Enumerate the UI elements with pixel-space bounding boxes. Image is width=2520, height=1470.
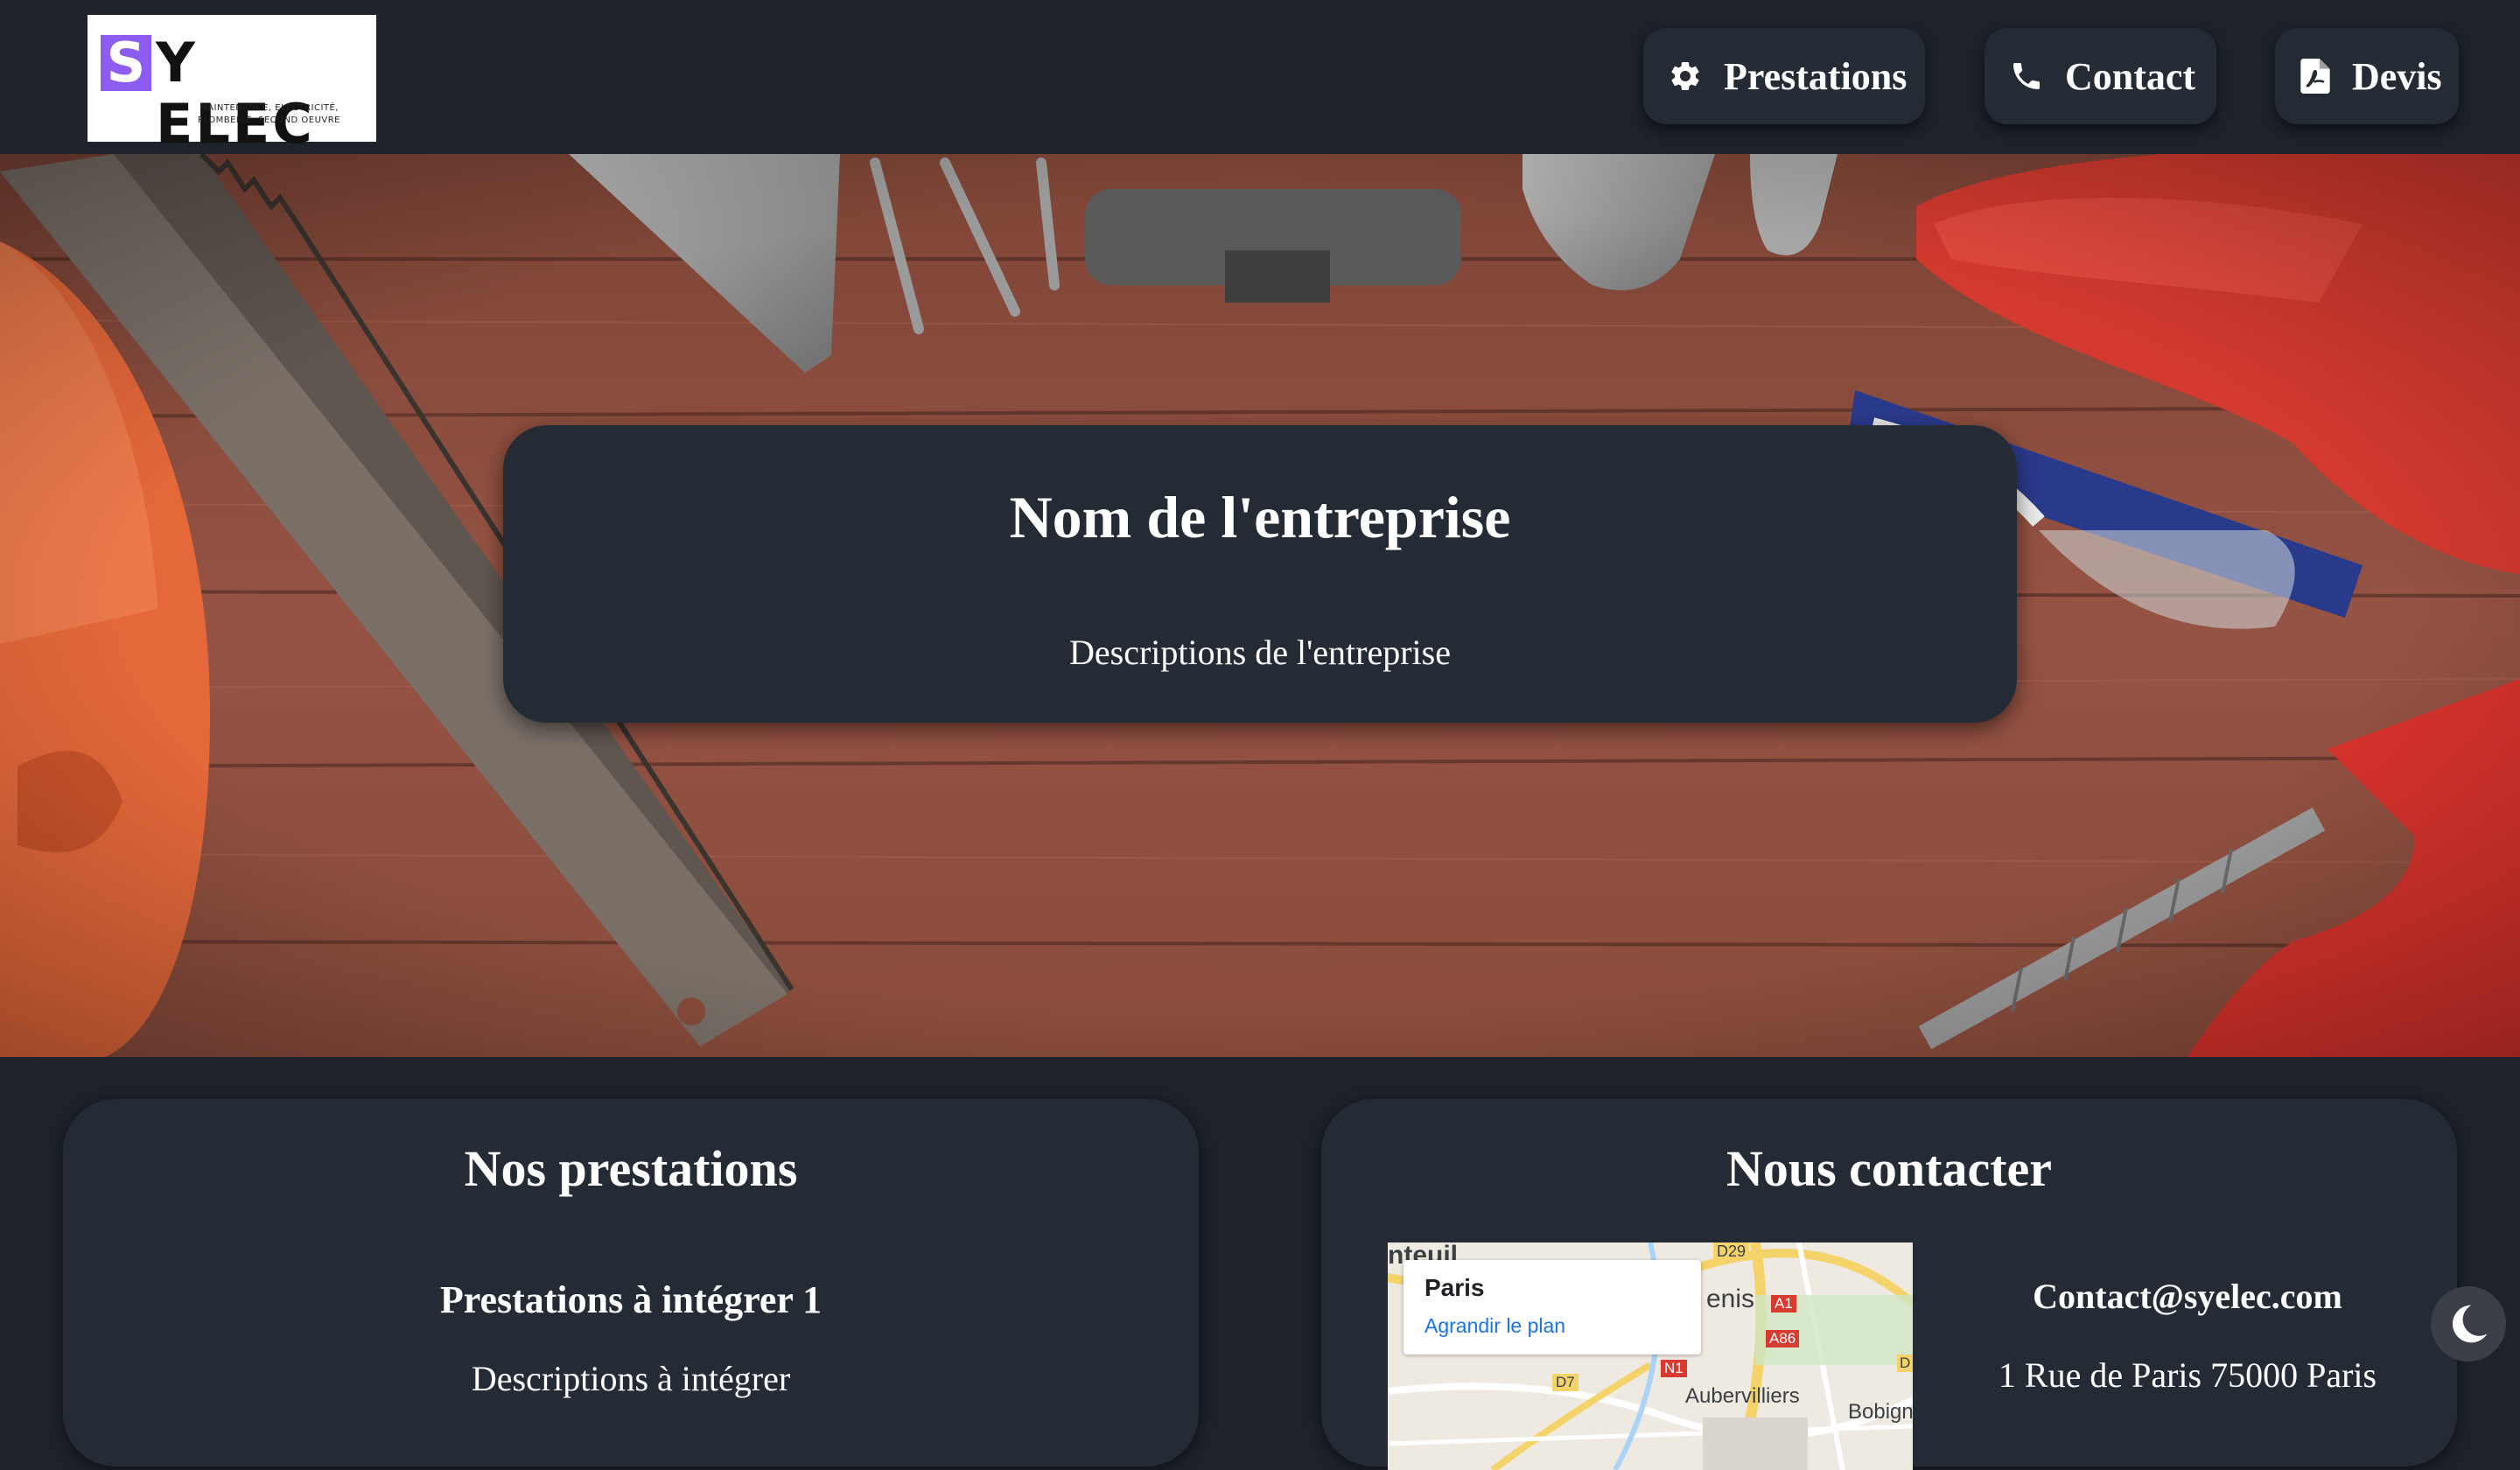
map-road-badge: N1 [1661, 1360, 1687, 1377]
contact-section: Nous contacter nteuil D29 enis A1 A86 N1… [1321, 1099, 2457, 1470]
embedded-map[interactable]: nteuil D29 enis A1 A86 N1 D7 Aubervillie… [1388, 1242, 1913, 1470]
contact-title: Nous contacter [1726, 1140, 2053, 1197]
map-road-badge: A86 [1766, 1330, 1800, 1348]
map-info-popup: Paris Agrandir le plan [1404, 1260, 1701, 1354]
nav-prestations-label: Prestations [1724, 54, 1908, 98]
nav-contact-button[interactable]: Contact [1984, 28, 2216, 124]
service-item-description: Descriptions à intégrer [471, 1359, 791, 1398]
nav-devis-button[interactable]: Devis [2275, 28, 2459, 124]
site-header: S Y ELEC MAINTENANCE, ELECTRICITÉ, PLOMB… [0, 0, 2520, 155]
moon-icon [2445, 1300, 2492, 1348]
logo-tagline: MAINTENANCE, ELECTRICITÉ, PLOMBERIE, SEC… [175, 102, 363, 127]
map-place-label: enis [1706, 1284, 1755, 1313]
services-title: Nos prestations [464, 1140, 798, 1197]
map-popup-place: Paris [1424, 1274, 1485, 1301]
map-place-label: Bobign [1848, 1400, 1913, 1424]
map-road-badge: D29 [1713, 1242, 1750, 1261]
contact-email[interactable]: Contact@syelec.com [1951, 1276, 2424, 1317]
map-place-label: Aubervilliers [1685, 1384, 1800, 1408]
nav-devis-label: Devis [2352, 54, 2442, 98]
nav-contact-label: Contact [2065, 54, 2196, 98]
logo-tagline-line: MAINTENANCE, ELECTRICITÉ, [199, 103, 340, 113]
company-description: Descriptions de l'entreprise [1069, 633, 1451, 672]
map-road-badge: D [1897, 1354, 1913, 1372]
phone-icon [2009, 59, 2044, 94]
logo-wordmark: Y ELEC [156, 31, 315, 156]
nav-prestations-button[interactable]: Prestations [1643, 28, 1925, 124]
site-logo[interactable]: S Y ELEC MAINTENANCE, ELECTRICITÉ, PLOMB… [88, 15, 376, 155]
logo-letter-badge: S [101, 35, 151, 91]
service-item-name: Prestations à intégrer 1 [439, 1278, 822, 1321]
gear-icon [1668, 59, 1703, 94]
dark-mode-toggle[interactable] [2431, 1286, 2506, 1362]
hero-card: Nom de l'entreprise Descriptions de l'en… [503, 425, 2017, 723]
map-road-badge: A1 [1771, 1295, 1796, 1312]
pdf-file-icon [2300, 59, 2331, 94]
logo-tagline-line: PLOMBERIE, SECOND OEUVRE [198, 116, 340, 125]
contact-address: 1 Rue de Paris 75000 Paris [1998, 1355, 2377, 1395]
services-section: Nos prestations Prestations à intégrer 1… [63, 1099, 1199, 1466]
enlarge-map-link[interactable]: Agrandir le plan [1424, 1314, 1565, 1338]
hero-banner: Nom de l'entreprise Descriptions de l'en… [0, 154, 2520, 1057]
map-road-badge: D7 [1552, 1374, 1578, 1391]
company-name-heading: Nom de l'entreprise [1009, 484, 1511, 550]
